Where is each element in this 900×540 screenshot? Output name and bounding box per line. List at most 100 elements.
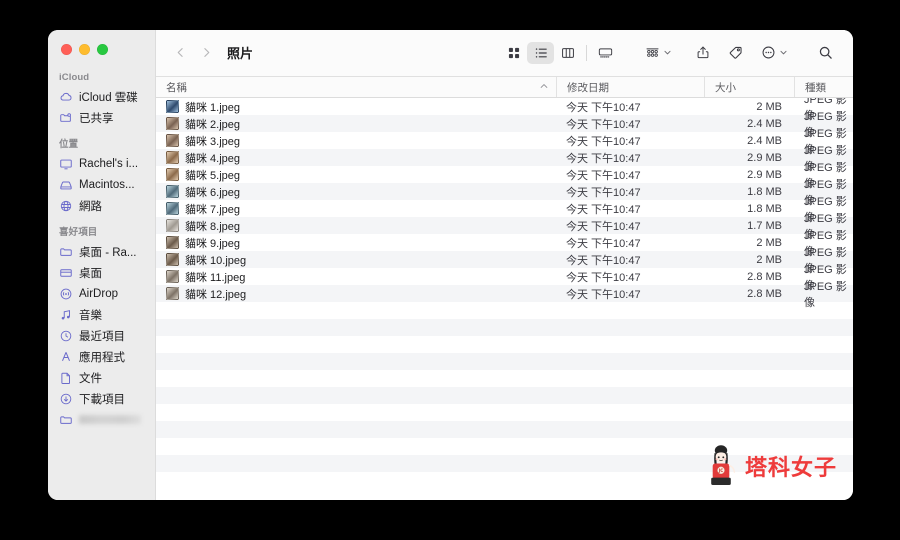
sidebar-item-label: 已共享	[79, 112, 114, 125]
forward-button[interactable]	[194, 41, 218, 65]
sidebar-item-network[interactable]: 網路	[48, 195, 155, 216]
empty-row[interactable]	[156, 404, 853, 421]
table-row[interactable]: 貓咪 5.jpeg 今天 下午10:47 2.9 MB JPEG 影像	[156, 162, 853, 190]
empty-row[interactable]	[156, 353, 853, 370]
sidebar-item-desktop-rachel[interactable]: 桌面 - Ra...	[48, 241, 155, 262]
group-by-chevron-down-icon[interactable]	[663, 48, 672, 57]
share-button[interactable]	[689, 42, 716, 64]
sidebar-item-rachels-imac[interactable]: Rachel's i...	[48, 153, 155, 174]
clock-icon	[59, 329, 73, 343]
column-header-date[interactable]: 修改日期	[556, 77, 704, 97]
table-row[interactable]: 貓咪 8.jpeg 今天 下午10:47 1.7 MB JPEG 影像	[156, 213, 853, 241]
empty-row[interactable]	[156, 336, 853, 353]
close-button[interactable]	[61, 44, 72, 55]
sidebar-item-label: 桌面 - Ra...	[79, 246, 137, 259]
file-thumbnail-icon	[166, 253, 179, 266]
table-row[interactable]: 貓咪 3.jpeg 今天 下午10:47 2.4 MB JPEG 影像	[156, 128, 853, 156]
file-size-cell: 1.8 MB	[747, 202, 782, 215]
file-name-cell: 貓咪 7.jpeg	[156, 201, 556, 217]
sidebar-item-label: iCloud 雲碟	[79, 91, 138, 104]
table-row[interactable]: 貓咪 4.jpeg 今天 下午10:47 2.9 MB JPEG 影像	[156, 145, 853, 173]
empty-row[interactable]	[156, 472, 853, 489]
file-thumbnail-icon	[166, 287, 179, 300]
empty-row[interactable]	[156, 319, 853, 336]
sidebar-item-applications[interactable]: 應用程式	[48, 346, 155, 367]
list-view-button[interactable]	[527, 41, 554, 64]
column-view-button[interactable]	[554, 42, 581, 64]
desktop-folder-icon	[59, 266, 73, 280]
sidebar-item-label: 下載項目	[79, 393, 125, 406]
file-date-cell: 今天 下午10:47	[566, 254, 641, 267]
empty-row[interactable]	[156, 370, 853, 387]
sidebar-item-downloads[interactable]: 下載項目	[48, 388, 155, 409]
file-name-cell: 貓咪 1.jpeg	[156, 99, 556, 115]
sidebar-item-macintosh-hd[interactable]: Macintos...	[48, 174, 155, 195]
column-header-name[interactable]: 名稱	[156, 77, 556, 97]
zoom-button[interactable]	[97, 44, 108, 55]
minimize-button[interactable]	[79, 44, 90, 55]
file-thumbnail-icon	[166, 117, 179, 130]
file-name-label: 貓咪 6.jpeg	[185, 186, 241, 199]
tags-button[interactable]	[722, 42, 749, 64]
file-name-label: 貓咪 9.jpeg	[185, 237, 241, 250]
empty-row[interactable]	[156, 455, 853, 472]
more-actions-button[interactable]	[755, 42, 782, 64]
file-date-cell: 今天 下午10:47	[566, 203, 641, 216]
back-button[interactable]	[168, 41, 192, 65]
icon-view-button[interactable]	[500, 42, 527, 64]
file-name-cell: 貓咪 5.jpeg	[156, 167, 556, 183]
sidebar-item-icloud-drive[interactable]: iCloud 雲碟	[48, 86, 155, 107]
more-actions-chevron-down-icon[interactable]	[779, 48, 788, 57]
sidebar-item-shared[interactable]: 已共享	[48, 107, 155, 128]
view-switcher	[500, 41, 619, 64]
sidebar-item-redacted[interactable]	[48, 409, 155, 430]
table-row[interactable]: 貓咪 11.jpeg 今天 下午10:47 2.8 MB JPEG 影像	[156, 264, 853, 292]
column-header-kind[interactable]: 種類	[794, 77, 853, 97]
group-by-button[interactable]	[639, 42, 666, 64]
file-thumbnail-icon	[166, 151, 179, 164]
file-date-cell: 今天 下午10:47	[566, 169, 641, 182]
sidebar-section-favorites: 喜好項目	[59, 227, 98, 238]
column-header-label: 名稱	[166, 81, 187, 94]
table-row[interactable]: 貓咪 1.jpeg 今天 下午10:47 2 MB JPEG 影像	[156, 98, 853, 122]
file-size-cell: 2 MB	[756, 253, 782, 266]
table-row[interactable]: 貓咪 7.jpeg 今天 下午10:47 1.8 MB JPEG 影像	[156, 196, 853, 224]
gallery-view-button[interactable]	[592, 42, 619, 64]
table-row[interactable]: 貓咪 12.jpeg 今天 下午10:47 2.8 MB JPEG 影像	[156, 281, 853, 309]
empty-row[interactable]	[156, 302, 853, 319]
file-name-cell: 貓咪 9.jpeg	[156, 235, 556, 251]
sidebar-item-airdrop[interactable]: AirDrop	[48, 283, 155, 304]
sidebar-item-label: Macintos...	[79, 178, 135, 191]
column-header-size[interactable]: 大小	[704, 77, 794, 97]
empty-row[interactable]	[156, 438, 853, 455]
empty-row[interactable]	[156, 387, 853, 404]
sidebar-item-desktop[interactable]: 桌面	[48, 262, 155, 283]
table-row[interactable]: 貓咪 2.jpeg 今天 下午10:47 2.4 MB JPEG 影像	[156, 111, 853, 139]
sidebar-item-label: 文件	[79, 372, 102, 385]
file-thumbnail-icon	[166, 168, 179, 181]
search-button[interactable]	[812, 42, 839, 64]
file-name-label: 貓咪 2.jpeg	[185, 118, 241, 131]
sidebar-item-documents[interactable]: 文件	[48, 367, 155, 388]
file-name-cell: 貓咪 10.jpeg	[156, 252, 556, 268]
file-size-cell: 2 MB	[756, 236, 782, 249]
folder-icon	[59, 245, 73, 259]
airdrop-icon	[59, 287, 73, 301]
network-globe-icon	[59, 199, 73, 213]
display-icon	[59, 157, 73, 171]
sidebar-item-recents[interactable]: 最近項目	[48, 325, 155, 346]
cloud-icon	[59, 90, 73, 104]
file-size-cell: 2.8 MB	[747, 270, 782, 283]
sidebar-item-label: 網路	[79, 200, 102, 213]
document-icon	[59, 371, 73, 385]
sidebar-item-music[interactable]: 音樂	[48, 304, 155, 325]
table-row[interactable]: 貓咪 10.jpeg 今天 下午10:47 2 MB JPEG 影像	[156, 247, 853, 275]
table-row[interactable]: 貓咪 9.jpeg 今天 下午10:47 2 MB JPEG 影像	[156, 230, 853, 258]
file-list[interactable]: 貓咪 1.jpeg 今天 下午10:47 2 MB JPEG 影像 貓咪 2.jpeg 今…	[156, 98, 853, 500]
window-title: 照片	[227, 46, 254, 61]
file-thumbnail-icon	[166, 134, 179, 147]
applications-icon	[59, 350, 73, 364]
finder-window: iCloud iCloud 雲碟 已共享 位置 Rachel's i... Ma…	[48, 30, 853, 500]
empty-row[interactable]	[156, 421, 853, 438]
table-row[interactable]: 貓咪 6.jpeg 今天 下午10:47 1.8 MB JPEG 影像	[156, 179, 853, 207]
